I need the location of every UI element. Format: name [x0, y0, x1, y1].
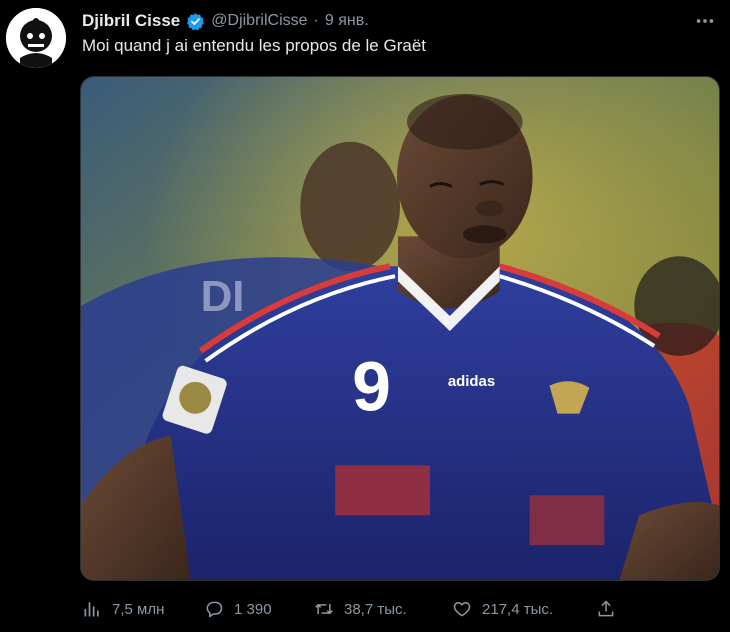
author-avatar[interactable]: [6, 8, 66, 68]
retweet-icon: [315, 603, 333, 615]
tweet-text: Moi quand j ai entendu les propos de le …: [82, 36, 427, 55]
heart-icon: [453, 602, 471, 617]
svg-text:9: 9: [352, 348, 391, 426]
svg-text:adidas: adidas: [448, 373, 495, 390]
tweet-actions: 7,5 млн 1 390 38,7 тыс. 217,4 тыс.: [82, 594, 642, 624]
reply-count: 1 390: [234, 600, 272, 618]
svg-text:DI: DI: [201, 272, 245, 321]
share-button[interactable]: [596, 599, 616, 619]
like-button[interactable]: 217,4 тыс.: [452, 599, 553, 619]
reply-button[interactable]: 1 390: [204, 599, 272, 619]
tweet-date[interactable]: 9 янв.: [325, 12, 369, 30]
more-dots-icon[interactable]: [694, 8, 716, 34]
views-button[interactable]: 7,5 млн: [82, 599, 164, 619]
retweet-button[interactable]: 38,7 тыс.: [314, 599, 407, 619]
separator-dot: ·: [313, 12, 319, 29]
reply-icon: [206, 601, 223, 618]
retweet-count: 38,7 тыс.: [344, 600, 407, 618]
verified-badge-icon: [186, 12, 205, 31]
author-name[interactable]: Djibril Cisse: [82, 11, 180, 31]
tweet-header: Djibril Cisse @DjibrilCisse · 9 янв.: [82, 8, 716, 34]
tweet-photo[interactable]: DI 7 9 adidas: [80, 76, 720, 581]
author-handle[interactable]: @DjibrilCisse: [211, 12, 307, 30]
like-count: 217,4 тыс.: [482, 600, 554, 618]
views-count: 7,5 млн: [112, 600, 165, 618]
share-icon: [598, 600, 614, 617]
bar-chart-icon: [84, 602, 99, 617]
